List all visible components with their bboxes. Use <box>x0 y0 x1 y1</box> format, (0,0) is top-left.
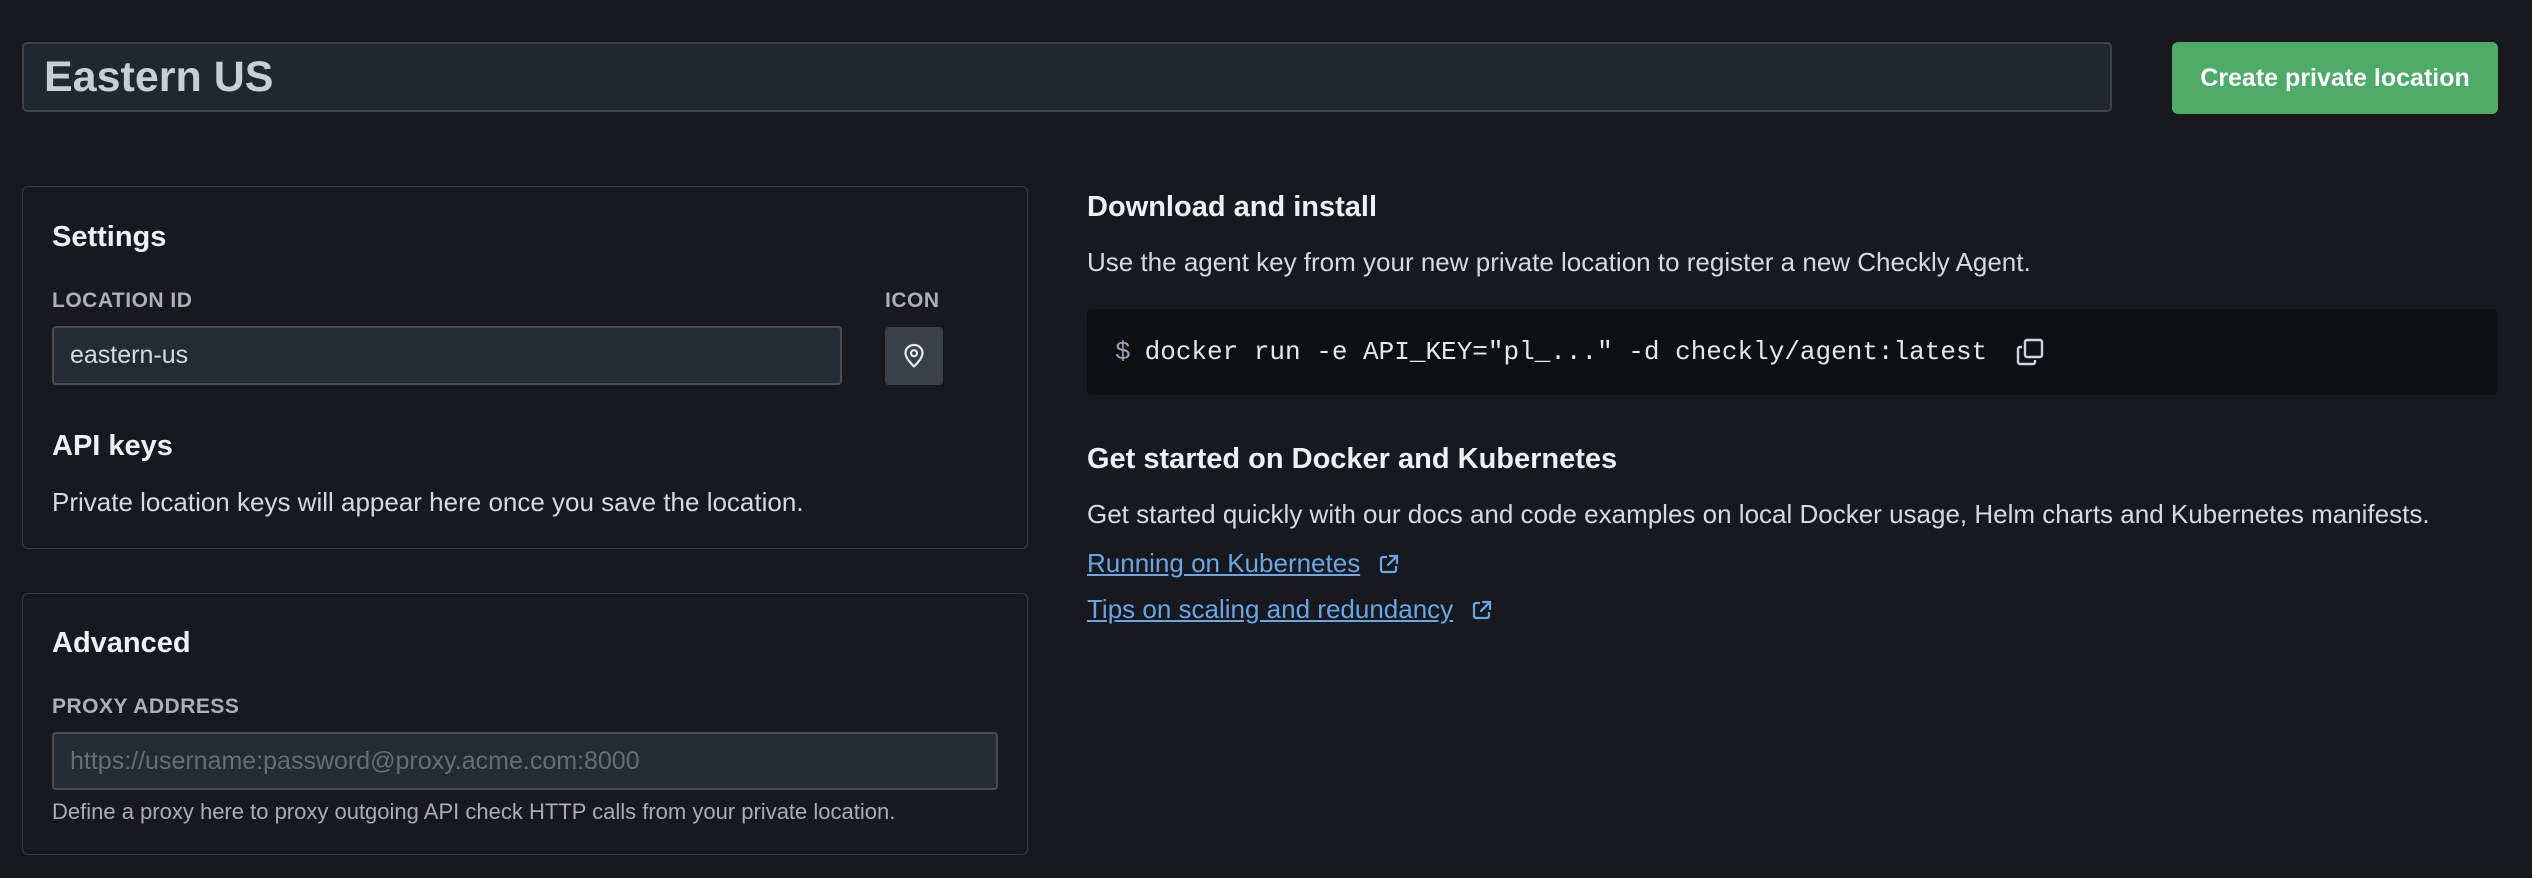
advanced-title: Advanced <box>52 627 191 659</box>
proxy-address-input[interactable] <box>52 732 998 790</box>
location-name-input[interactable] <box>22 42 2112 112</box>
download-install-title: Download and install <box>1087 191 1378 223</box>
running-on-kubernetes-label: Running on Kubernetes <box>1087 548 1361 578</box>
shell-prompt: $ <box>1115 337 1131 367</box>
advanced-panel: Advanced PROXY ADDRESS Define a proxy he… <box>22 593 1028 855</box>
external-link-icon <box>1473 600 1492 619</box>
running-on-kubernetes-link[interactable]: Running on Kubernetes <box>1087 548 1400 579</box>
api-keys-text: Private location keys will appear here o… <box>52 487 804 517</box>
location-id-input[interactable] <box>52 326 842 385</box>
create-private-location-button[interactable]: Create private location <box>2172 42 2498 114</box>
settings-panel: Settings LOCATION ID ICON API keys Priva… <box>22 186 1028 549</box>
location-id-label: LOCATION ID <box>52 289 193 312</box>
docker-command-box: $ docker run -e API_KEY="pl_..." -d chec… <box>1087 309 2498 395</box>
proxy-address-label: PROXY ADDRESS <box>52 695 240 718</box>
docker-kubernetes-title: Get started on Docker and Kubernetes <box>1087 443 1618 475</box>
scaling-redundancy-link[interactable]: Tips on scaling and redundancy <box>1087 594 1493 625</box>
external-link-icon <box>1380 554 1399 573</box>
icon-label: ICON <box>885 289 940 312</box>
proxy-hint: Define a proxy here to proxy outgoing AP… <box>52 799 896 824</box>
settings-title: Settings <box>52 221 167 253</box>
docker-command: docker run -e API_KEY="pl_..." -d checkl… <box>1144 337 1988 367</box>
copy-icon[interactable] <box>2015 337 2045 367</box>
docker-kubernetes-description: Get started quickly with our docs and co… <box>1087 499 2430 529</box>
api-keys-title: API keys <box>52 430 173 462</box>
map-pin-icon <box>904 343 924 368</box>
scaling-redundancy-label: Tips on scaling and redundancy <box>1087 594 1454 624</box>
icon-picker-button[interactable] <box>885 327 943 385</box>
download-install-description: Use the agent key from your new private … <box>1087 247 2031 277</box>
